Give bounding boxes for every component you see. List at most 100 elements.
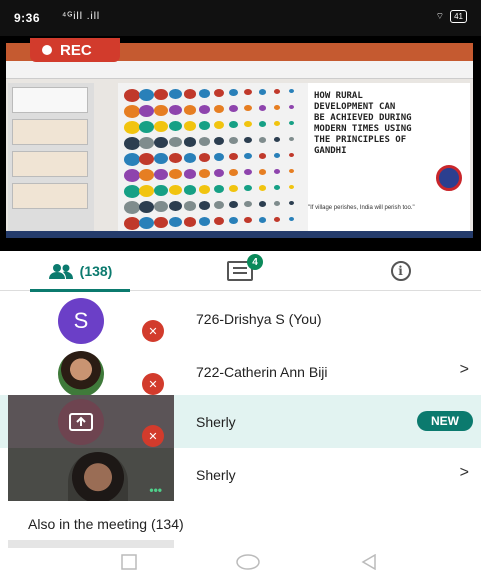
pattern-dot	[214, 169, 224, 177]
pattern-dot	[259, 105, 266, 111]
pattern-dot	[199, 217, 210, 226]
participant-video-tile: •••	[8, 448, 174, 501]
pattern-dot	[199, 89, 210, 98]
recording-label: REC	[60, 41, 92, 59]
pattern-dot	[199, 169, 210, 178]
pattern-dot	[184, 217, 196, 227]
mic-off-icon: ✕	[142, 373, 164, 395]
pattern-dot	[169, 153, 182, 164]
pattern-dot	[184, 105, 196, 115]
pattern-dot	[229, 153, 238, 161]
tab-info[interactable]: i	[320, 251, 481, 291]
pattern-dot	[244, 121, 252, 128]
avatar	[58, 351, 104, 397]
pattern-dot	[169, 137, 182, 148]
tab-people[interactable]: (138)	[0, 251, 160, 292]
new-badge: NEW	[417, 411, 473, 431]
status-bar: 9:36 ⁴ᴳill .ill ⌔ 41	[0, 0, 481, 36]
also-in-meeting-header: Also in the meeting (134)	[28, 516, 184, 532]
tab-chat[interactable]: 4	[160, 251, 320, 291]
dot-pattern-image	[118, 83, 308, 231]
pattern-dot	[139, 185, 154, 197]
participant-row[interactable]: ••• Sherly >	[0, 448, 481, 501]
pattern-dot	[154, 169, 168, 181]
slide-thumbnail	[12, 87, 88, 113]
pattern-dot	[169, 105, 182, 116]
pattern-dot	[184, 89, 196, 99]
pattern-dot	[229, 185, 238, 193]
pattern-dot	[184, 137, 196, 147]
pattern-dot	[139, 169, 154, 181]
next-participant-tile	[8, 540, 174, 548]
pattern-dot	[124, 201, 140, 214]
participant-tile: S ✕	[8, 292, 174, 345]
meeting-tabs: (138) 4 i	[0, 251, 481, 292]
pattern-dot	[214, 153, 224, 161]
pattern-dot	[169, 89, 182, 100]
chevron-right-icon[interactable]: >	[460, 464, 469, 482]
pattern-dot	[244, 169, 252, 176]
battery-icon: 41	[450, 10, 467, 23]
slide-thumbnail	[12, 119, 88, 145]
pattern-dot	[184, 153, 196, 163]
pattern-dot	[274, 153, 280, 158]
pattern-dot	[274, 169, 280, 174]
participant-row[interactable]: ✕ 722-Catherin Ann Biji >	[0, 345, 481, 398]
more-options-icon[interactable]: •••	[149, 483, 162, 497]
chat-icon: 4	[227, 254, 263, 281]
people-icon	[48, 264, 73, 279]
pattern-dot	[214, 121, 224, 129]
participant-row-presenting[interactable]: ✕ Sherly NEW	[0, 395, 481, 448]
avatar: S	[58, 298, 104, 344]
back-icon[interactable]	[360, 554, 378, 570]
pattern-dot	[289, 137, 294, 141]
pattern-dot	[229, 169, 238, 177]
pattern-dot	[244, 217, 252, 224]
pattern-dot	[139, 153, 154, 165]
pattern-dot	[124, 105, 140, 118]
pattern-dot	[184, 201, 196, 211]
pattern-dot	[139, 121, 154, 133]
pattern-dot	[169, 185, 182, 196]
chat-badge: 4	[247, 254, 263, 270]
pattern-dot	[154, 121, 168, 133]
pattern-dot	[259, 217, 266, 223]
pattern-dot	[139, 201, 154, 213]
pattern-dot	[154, 137, 168, 149]
slide-quote: "If village perishes, India will perish …	[308, 205, 415, 211]
pattern-dot	[244, 153, 252, 160]
participant-row[interactable]: S ✕ 726-Drishya S (You)	[0, 292, 481, 345]
pattern-dot	[259, 185, 266, 191]
participant-name: Sherly	[196, 467, 236, 483]
people-count: (138)	[79, 263, 113, 279]
home-icon[interactable]	[236, 554, 260, 570]
pattern-dot	[229, 201, 238, 209]
signal-icon: ⁴ᴳill .ill	[62, 11, 101, 22]
pattern-dot	[259, 89, 266, 95]
pattern-dot	[229, 89, 238, 97]
pattern-dot	[214, 137, 224, 145]
pattern-dot	[124, 121, 140, 134]
battery-level: 41	[454, 12, 463, 21]
chevron-right-icon[interactable]: >	[460, 361, 469, 379]
pattern-dot	[244, 201, 252, 208]
pattern-dot	[274, 137, 280, 142]
pattern-dot	[274, 217, 280, 222]
participant-video	[68, 452, 128, 501]
info-icon: i	[390, 261, 411, 281]
pattern-dot	[124, 89, 140, 102]
pattern-dot	[289, 105, 294, 109]
participant-tile: ✕	[8, 345, 174, 398]
slide-title: HOW RURAL DEVELOPMENT CAN BE ACHIEVED DU…	[314, 91, 412, 156]
presentation-video[interactable]: HOW RURAL DEVELOPMENT CAN BE ACHIEVED DU…	[0, 36, 481, 251]
status-right: ⌔ 41	[436, 10, 467, 23]
pattern-dot	[214, 89, 224, 97]
recent-apps-icon[interactable]	[120, 554, 138, 570]
pattern-dot	[259, 169, 266, 175]
pattern-dot	[289, 185, 294, 189]
pattern-dot	[289, 201, 294, 205]
pattern-dot	[139, 137, 154, 149]
emblem-logo	[436, 165, 462, 191]
pattern-dot	[199, 201, 210, 210]
pattern-dot	[139, 217, 154, 229]
